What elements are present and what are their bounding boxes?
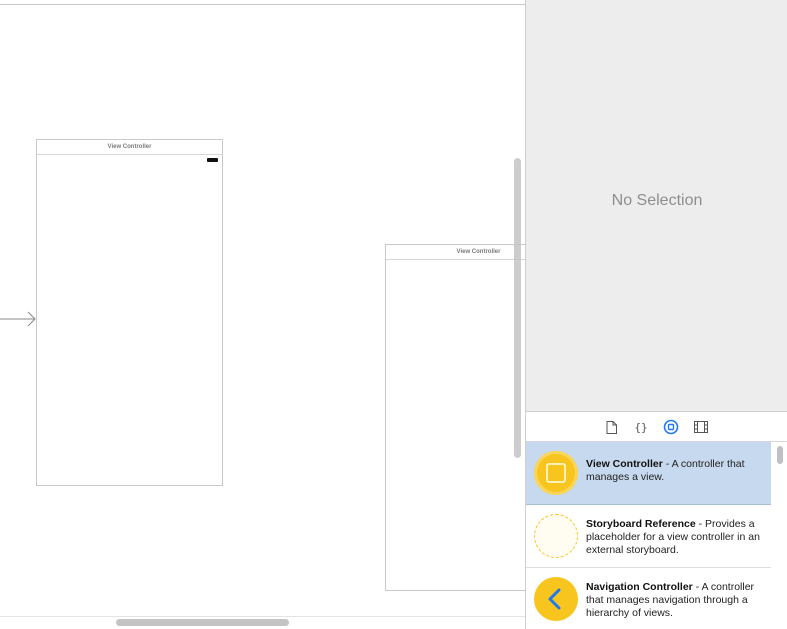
media-library-icon[interactable] (693, 419, 709, 435)
library-scrollbar[interactable] (777, 446, 783, 464)
canvas-vertical-scrollbar[interactable] (514, 158, 521, 458)
view-controller-icon (534, 451, 578, 495)
object-library-icon[interactable] (663, 419, 679, 435)
initial-view-controller-arrow-icon[interactable] (0, 311, 38, 327)
list-item-storyboard-reference[interactable]: Storyboard Reference - Provides a placeh… (526, 505, 771, 568)
list-item-navigation-controller[interactable]: Navigation Controller - A controller tha… (526, 568, 771, 629)
library-tab-bar: {} (526, 412, 787, 442)
no-selection-label: No Selection (611, 192, 703, 209)
scene-title[interactable]: View Controller (37, 140, 222, 155)
canvas-horizontal-scrollbar[interactable] (116, 619, 289, 626)
library-list: View Controller - A controller that mana… (526, 442, 787, 629)
item-title: View Controller (586, 458, 663, 470)
canvas-bottom-border (0, 616, 525, 617)
battery-icon (207, 158, 218, 162)
list-item-view-controller[interactable]: View Controller - A controller that mana… (526, 442, 771, 505)
code-snippet-icon[interactable]: {} (633, 419, 649, 435)
storyboard-reference-icon (534, 514, 578, 558)
view-controller-scene-1[interactable]: View Controller (36, 139, 223, 486)
file-template-icon[interactable] (603, 419, 619, 435)
object-library-pane: {} View Controller - A controller that m… (525, 411, 787, 629)
item-title: Navigation Controller (586, 581, 693, 593)
inspector-pane: No Selection (525, 0, 787, 411)
navigation-controller-icon (534, 577, 578, 621)
item-title: Storyboard Reference (586, 518, 696, 530)
